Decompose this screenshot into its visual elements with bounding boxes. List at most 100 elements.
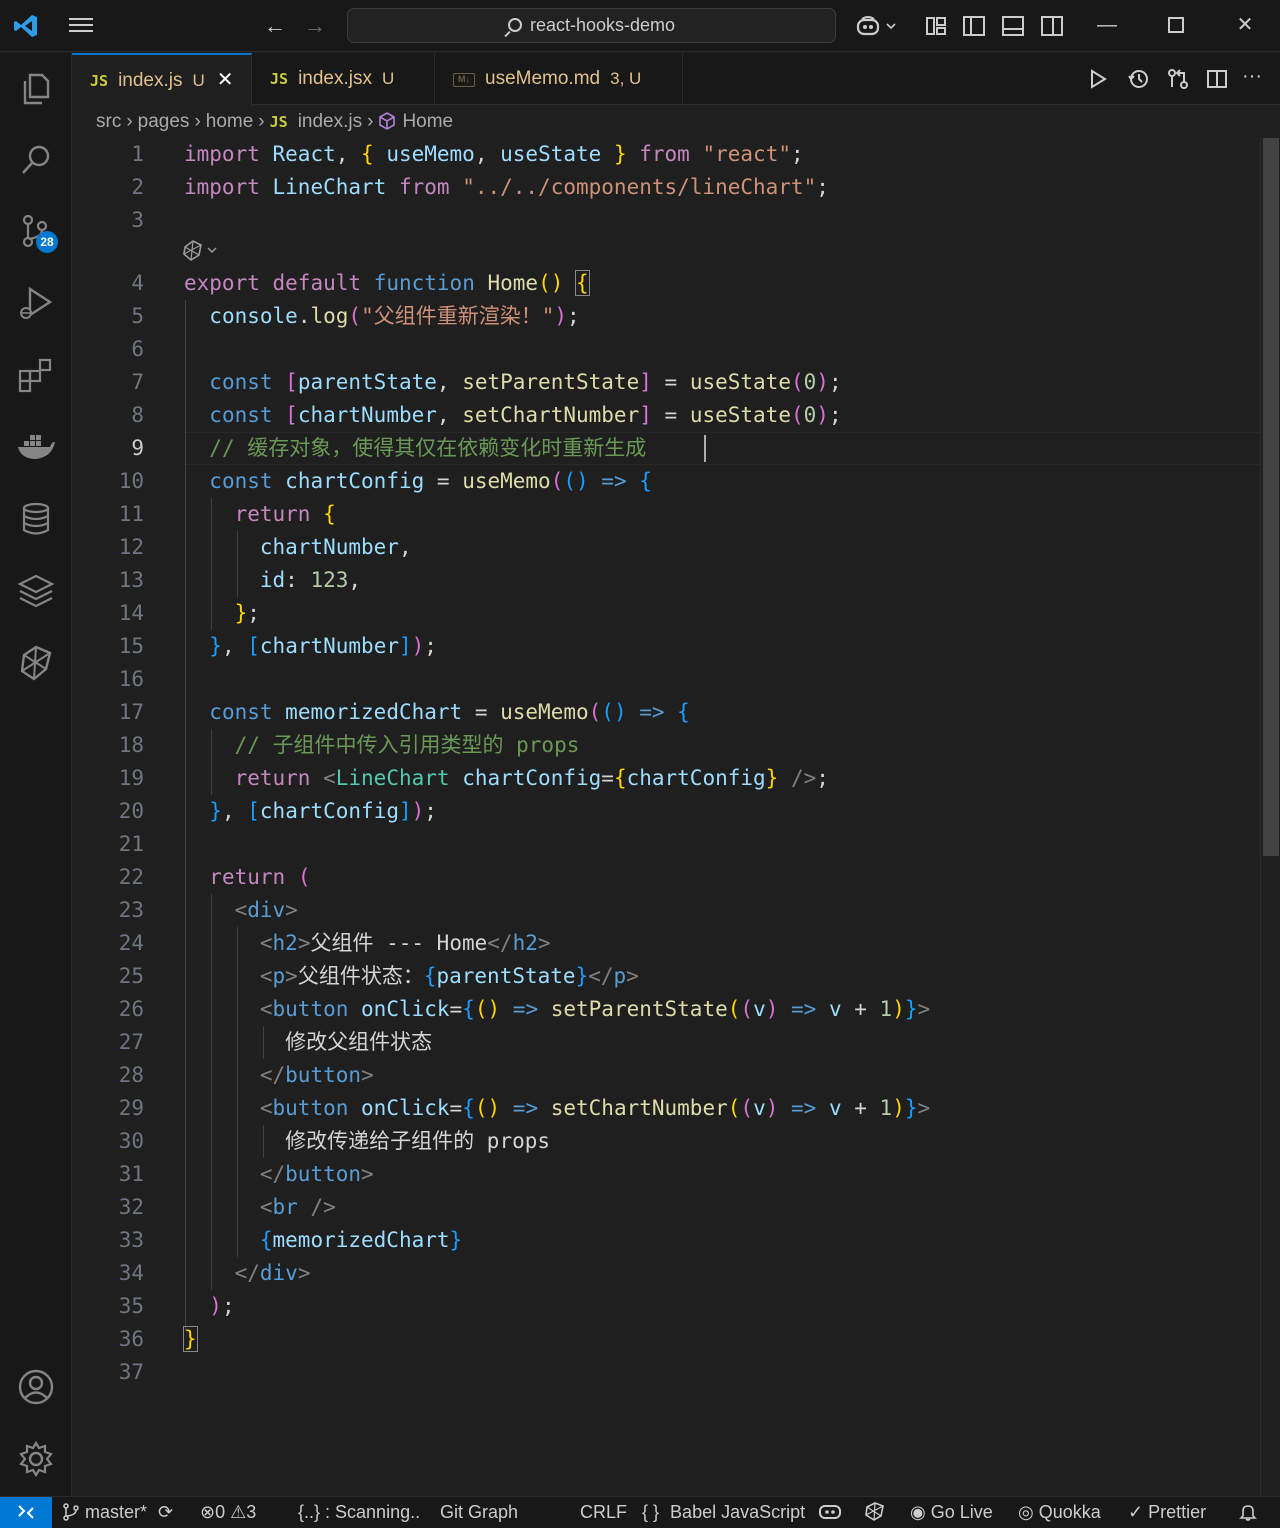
toggle-secondary-sidebar-icon[interactable] — [1040, 14, 1064, 38]
code-line: 17 const memorizedChart = useMemo(() => … — [72, 696, 1260, 729]
token: useState — [500, 142, 602, 166]
code-line: 14 }; — [72, 597, 1260, 630]
token: } — [765, 766, 779, 790]
minimize-icon[interactable]: — — [1094, 12, 1120, 38]
line-number: 2 — [131, 175, 144, 199]
sync-icon[interactable]: ⟳ — [158, 1502, 173, 1522]
line-number: 28 — [118, 1063, 144, 1087]
run-debug-icon[interactable] — [16, 283, 56, 323]
search-activity-icon[interactable] — [16, 140, 56, 180]
token: LineChart — [335, 766, 450, 790]
token: } — [904, 1096, 918, 1120]
menu-icon[interactable] — [66, 14, 96, 38]
codelens-quokka-icon[interactable] — [182, 237, 226, 263]
branch-status[interactable]: master* ⟳ — [62, 1497, 173, 1528]
token: div — [247, 898, 286, 922]
scanning-status[interactable]: {..} : Scanning.. — [298, 1497, 420, 1528]
breadcrumb-item[interactable]: pages — [138, 111, 190, 132]
git-graph-button[interactable]: Git Graph — [440, 1497, 518, 1528]
quokka-status-icon[interactable] — [864, 1497, 886, 1528]
copilot-icon[interactable] — [856, 14, 900, 38]
token: ) — [765, 997, 779, 1021]
remote-indicator-icon[interactable] — [0, 1497, 52, 1528]
account-icon[interactable] — [16, 1367, 56, 1407]
maximize-icon[interactable] — [1163, 12, 1189, 38]
line-number: 30 — [118, 1129, 144, 1153]
code-line: 31 </button> — [72, 1158, 1260, 1191]
token: = — [462, 700, 501, 724]
breadcrumb-symbol[interactable]: Home — [402, 111, 453, 132]
token: , — [221, 799, 248, 823]
token: Home — [487, 271, 539, 295]
extensions-icon[interactable] — [16, 355, 56, 395]
quokka-icon[interactable] — [16, 643, 56, 683]
token: ; — [816, 175, 829, 199]
language-mode[interactable]: { } Babel JavaScript — [642, 1497, 805, 1528]
customize-layout-icon[interactable] — [924, 14, 948, 38]
token: 0 — [803, 370, 817, 394]
tab-index-js[interactable]: JS index.js U ✕ — [72, 53, 252, 106]
token: < — [259, 1096, 273, 1120]
explorer-icon[interactable] — [16, 69, 56, 109]
token: { — [462, 1096, 475, 1120]
more-actions-icon[interactable]: ··· — [1242, 66, 1266, 91]
token: 1 — [879, 997, 893, 1021]
token: h2 — [512, 931, 538, 955]
line-number: 36 — [118, 1327, 144, 1351]
code-line: 34 </div> — [72, 1257, 1260, 1290]
breadcrumb-item[interactable]: src — [96, 111, 121, 132]
token: ( — [297, 865, 311, 889]
javascript-file-icon: JS — [269, 113, 288, 131]
toggle-primary-sidebar-icon[interactable] — [962, 14, 986, 38]
breadcrumb-item[interactable]: home — [206, 111, 254, 132]
code-line: 18 // 子组件中传入引用类型的 props — [72, 729, 1260, 762]
token: = — [651, 403, 690, 427]
settings-gear-icon[interactable] — [16, 1439, 56, 1479]
token: { — [323, 502, 336, 526]
scrollbar-thumb[interactable] — [1263, 138, 1279, 856]
back-arrow-icon[interactable]: ← — [264, 14, 286, 38]
chevron-right-icon: › — [258, 111, 265, 132]
layers-icon[interactable] — [16, 571, 56, 611]
docker-icon[interactable] — [16, 427, 56, 467]
token: > — [297, 931, 311, 955]
token: onClick — [361, 1096, 450, 1120]
window-title: react-hooks-demo — [529, 15, 676, 35]
close-tab-icon[interactable]: ✕ — [217, 69, 234, 91]
run-icon[interactable] — [1086, 67, 1110, 91]
error-count: 0 — [215, 1502, 226, 1522]
token: . — [297, 304, 311, 328]
database-icon[interactable] — [16, 499, 56, 539]
token: log — [310, 304, 349, 328]
line-number: 24 — [118, 931, 144, 955]
line-number: 33 — [118, 1228, 144, 1252]
forward-arrow-icon[interactable]: → — [304, 14, 326, 38]
token: button — [285, 1162, 362, 1186]
command-center-search[interactable]: react-hooks-demo — [347, 8, 836, 43]
close-window-icon[interactable]: ✕ — [1232, 12, 1258, 38]
go-live-button[interactable]: ◉ Go Live — [910, 1497, 993, 1528]
source-control-icon[interactable]: 28 — [16, 211, 58, 253]
copilot-status-icon[interactable] — [818, 1497, 842, 1528]
breadcrumb-file[interactable]: index.js — [298, 111, 362, 132]
token: } — [183, 1326, 198, 1352]
code-editor[interactable]: 1 import React, { useMemo, useState } fro… — [72, 138, 1260, 1496]
notifications-bell-icon[interactable] — [1238, 1497, 1258, 1528]
token: 父组件状态： — [297, 964, 424, 988]
quokka-button[interactable]: ◎ Quokka — [1018, 1497, 1101, 1528]
vertical-scrollbar[interactable] — [1260, 138, 1280, 1496]
eol-status[interactable]: CRLF — [580, 1497, 627, 1528]
problems-status[interactable]: ⊗0 ⚠3 — [200, 1497, 256, 1528]
token: id — [259, 568, 286, 592]
token: ( — [348, 304, 362, 328]
tab-status: U — [381, 69, 395, 88]
compare-changes-icon[interactable] — [1166, 67, 1190, 91]
tab-index-jsx[interactable]: JS index.jsx U — [252, 53, 435, 105]
tab-usememo-md[interactable]: M↓ useMemo.md 3, U — [435, 53, 683, 105]
token: export — [184, 271, 260, 295]
split-editor-icon[interactable] — [1205, 67, 1229, 91]
prettier-button[interactable]: ✓ Prettier — [1128, 1497, 1206, 1528]
token: () — [601, 700, 627, 724]
timeline-history-icon[interactable] — [1126, 67, 1150, 91]
toggle-panel-icon[interactable] — [1001, 14, 1025, 38]
